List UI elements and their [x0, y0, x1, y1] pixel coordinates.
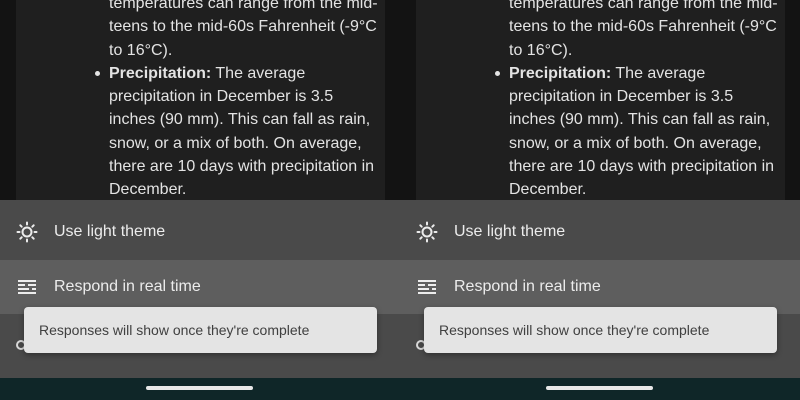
screen-right: temperatures can range from the mid-teen… [400, 0, 800, 400]
precipitation-bullet: Precipitation: The average precipitation… [95, 62, 379, 200]
gesture-handle[interactable] [546, 386, 653, 390]
toast-text: Responses will show once they're complet… [439, 322, 710, 338]
precipitation-text: The average precipitation in December is… [509, 64, 775, 199]
menu-label-light-theme: Use light theme [454, 223, 566, 240]
gesture-handle[interactable] [146, 386, 253, 390]
realtime-lines-icon [415, 275, 439, 299]
menu-label-light-theme: Use light theme [54, 223, 166, 240]
tooltip-toast: Responses will show once they're complet… [424, 307, 777, 353]
sun-icon [415, 220, 439, 244]
chat-response: temperatures can range from the mid-teen… [416, 0, 785, 200]
precipitation-label: Precipitation: [509, 64, 612, 82]
tooltip-toast: Responses will show once they're complet… [24, 307, 377, 353]
temperature-text: temperatures can range from the mid-teen… [109, 0, 378, 59]
temperature-text: temperatures can range from the mid-teen… [509, 0, 778, 59]
menu-item-realtime[interactable]: Respond in real time [400, 260, 800, 314]
realtime-lines-icon [15, 275, 39, 299]
menu-item-realtime[interactable]: Respond in real time [0, 260, 400, 314]
sun-icon [15, 220, 39, 244]
menu-label-realtime: Respond in real time [54, 278, 201, 295]
chat-response: temperatures can range from the mid-teen… [16, 0, 385, 200]
menu-item-light-theme[interactable]: Use light theme [0, 205, 400, 259]
precipitation-bullet: Precipitation: The average precipitation… [495, 62, 779, 200]
menu-label-realtime: Respond in real time [454, 278, 601, 295]
toast-text: Responses will show once they're complet… [39, 322, 310, 338]
chat-response-text: temperatures can range from the mid-teen… [95, 0, 379, 200]
precipitation-text: The average precipitation in December is… [109, 64, 375, 199]
navigation-bar [400, 378, 800, 400]
menu-item-light-theme[interactable]: Use light theme [400, 205, 800, 259]
precipitation-label: Precipitation: [109, 64, 212, 82]
screen-left: temperatures can range from the mid-teen… [0, 0, 400, 400]
chat-response-text: temperatures can range from the mid-teen… [495, 0, 779, 200]
navigation-bar [0, 378, 400, 400]
